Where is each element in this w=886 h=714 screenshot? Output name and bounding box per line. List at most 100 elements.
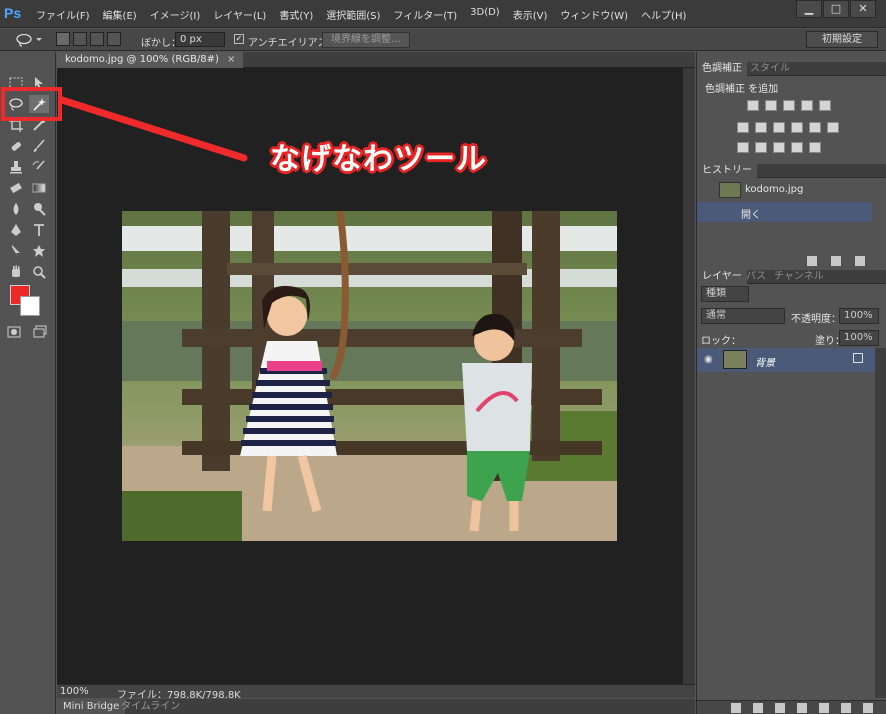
path-selection-tool[interactable] [6, 242, 26, 260]
layers-tabs: レイヤー パス チャンネル [697, 270, 886, 284]
layer-filter-select[interactable]: 種類 [701, 286, 749, 302]
minimize-button[interactable]: ▁ [796, 0, 822, 18]
workspace-switcher[interactable]: 初期設定 [806, 31, 878, 48]
adjustment-layer-icon[interactable] [797, 703, 807, 713]
curves-icon[interactable] [783, 100, 795, 111]
menu-3d[interactable]: 3D(D) [470, 7, 500, 22]
history-brush-tool[interactable] [29, 158, 49, 176]
exposure-icon[interactable] [801, 100, 813, 111]
blend-mode-select[interactable]: 通常 [701, 308, 785, 324]
screen-mode-toggle[interactable] [30, 323, 50, 341]
history-step-label: 開く [741, 210, 761, 221]
menu-edit[interactable]: 編集(E) [103, 7, 137, 22]
vertical-scrollbar[interactable] [683, 68, 695, 684]
eraser-tool[interactable] [6, 179, 26, 197]
hand-tool[interactable] [6, 263, 26, 281]
menu-help[interactable]: ヘルプ(H) [641, 7, 686, 22]
history-snapshot[interactable]: kodomo.jpg [697, 180, 872, 200]
hue-saturation-icon[interactable] [737, 122, 749, 133]
history-tabs: ヒストリー [697, 164, 886, 178]
menu-window[interactable]: ウィンドウ(W) [560, 7, 628, 22]
tool-preset-picker[interactable] [14, 32, 44, 48]
adjustments-title: 色調補正 を追加 [705, 84, 779, 95]
healing-brush-tool[interactable] [6, 137, 26, 155]
arrow-icon [12, 245, 20, 257]
menu-filter[interactable]: フィルター(T) [393, 7, 457, 22]
zoom-level[interactable]: 100% [60, 686, 89, 697]
selective-color-icon[interactable] [809, 142, 821, 153]
close-tab-icon[interactable]: × [227, 54, 235, 65]
threshold-icon[interactable] [773, 142, 785, 153]
menu-bar: Ps ファイル(F) 編集(E) イメージ(I) レイヤー(L) 書式(Y) 選… [0, 0, 886, 28]
tab-history[interactable]: ヒストリー [697, 164, 757, 178]
new-document-from-state-icon[interactable] [807, 256, 817, 266]
menu-layer[interactable]: レイヤー(L) [213, 7, 266, 22]
vibrance-icon[interactable] [819, 100, 831, 111]
type-tool[interactable] [29, 221, 49, 239]
color-balance-icon[interactable] [755, 122, 767, 133]
feather-input[interactable]: 0 px [175, 32, 225, 47]
layer-thumbnail [723, 350, 747, 369]
brightness-icon[interactable] [747, 100, 759, 111]
pen-tool[interactable] [6, 221, 26, 239]
trash-icon[interactable] [855, 256, 865, 266]
eye-icon[interactable]: ◉ [704, 354, 713, 365]
levels-icon[interactable] [765, 100, 777, 111]
intersect-selection-button[interactable] [107, 32, 121, 46]
gradient-tool[interactable] [29, 179, 49, 197]
new-selection-button[interactable] [56, 32, 70, 46]
menu-items: ファイル(F) 編集(E) イメージ(I) レイヤー(L) 書式(Y) 選択範囲… [36, 7, 699, 22]
document-tab-bar: kodomo.jpg @ 100% (RGB/8#) × [57, 52, 695, 68]
layers-scrollbar[interactable] [875, 348, 886, 698]
layer-mask-icon[interactable] [775, 703, 785, 713]
layer-background[interactable]: ◉ 背景 [697, 348, 875, 372]
screen-mode-icon [33, 325, 47, 338]
stamp-icon [10, 161, 22, 174]
tab-timeline[interactable]: タイムライン [115, 699, 186, 714]
menu-type[interactable]: 書式(Y) [279, 7, 313, 22]
layer-style-icon[interactable] [753, 703, 763, 713]
blur-tool[interactable] [6, 200, 26, 218]
delete-layer-icon[interactable] [863, 703, 873, 713]
color-lookup-icon[interactable] [827, 122, 839, 133]
adjustments-tabs: 色調補正 スタイル [697, 62, 886, 76]
menu-view[interactable]: 表示(V) [513, 7, 548, 22]
snapshot-name: kodomo.jpg [745, 184, 804, 195]
photo-filter-icon[interactable] [791, 122, 803, 133]
clone-stamp-tool[interactable] [6, 158, 26, 176]
tab-styles[interactable]: スタイル [745, 62, 795, 76]
new-group-icon[interactable] [819, 703, 829, 713]
menu-file[interactable]: ファイル(F) [36, 7, 90, 22]
gradient-map-icon[interactable] [791, 142, 803, 153]
posterize-icon[interactable] [755, 142, 767, 153]
channel-mixer-icon[interactable] [809, 122, 821, 133]
document-tab[interactable]: kodomo.jpg @ 100% (RGB/8#) × [57, 52, 244, 68]
dodge-tool[interactable] [29, 200, 49, 218]
shape-tool[interactable] [29, 242, 49, 260]
link-layers-icon[interactable] [731, 703, 741, 713]
black-white-icon[interactable] [773, 122, 785, 133]
subtract-selection-button[interactable] [90, 32, 104, 46]
antialias-checkbox[interactable]: ✓ [234, 34, 244, 44]
add-selection-button[interactable] [73, 32, 87, 46]
tab-paths[interactable]: パス [741, 270, 771, 284]
camera-icon[interactable] [831, 256, 841, 266]
new-layer-icon[interactable] [841, 703, 851, 713]
tab-adjustments[interactable]: 色調補正 [697, 62, 747, 76]
tab-channels[interactable]: チャンネル [769, 270, 829, 284]
opacity-input[interactable]: 100% [839, 308, 879, 324]
fill-input[interactable]: 100% [839, 330, 879, 346]
restore-button[interactable]: □ [823, 0, 849, 18]
drop-icon [13, 203, 19, 215]
brush-tool[interactable] [29, 137, 49, 155]
invert-icon[interactable] [737, 142, 749, 153]
menu-image[interactable]: イメージ(I) [150, 7, 201, 22]
zoom-tool[interactable] [29, 263, 49, 281]
quick-mask-toggle[interactable] [4, 323, 24, 341]
tab-layers[interactable]: レイヤー [697, 270, 747, 284]
background-color-swatch[interactable] [20, 296, 40, 316]
refine-edge-button[interactable]: 境界線を調整... [322, 32, 410, 48]
history-step-open[interactable]: 開く [697, 202, 872, 222]
close-button[interactable]: ✕ [850, 0, 876, 18]
menu-select[interactable]: 選択範囲(S) [326, 7, 380, 22]
